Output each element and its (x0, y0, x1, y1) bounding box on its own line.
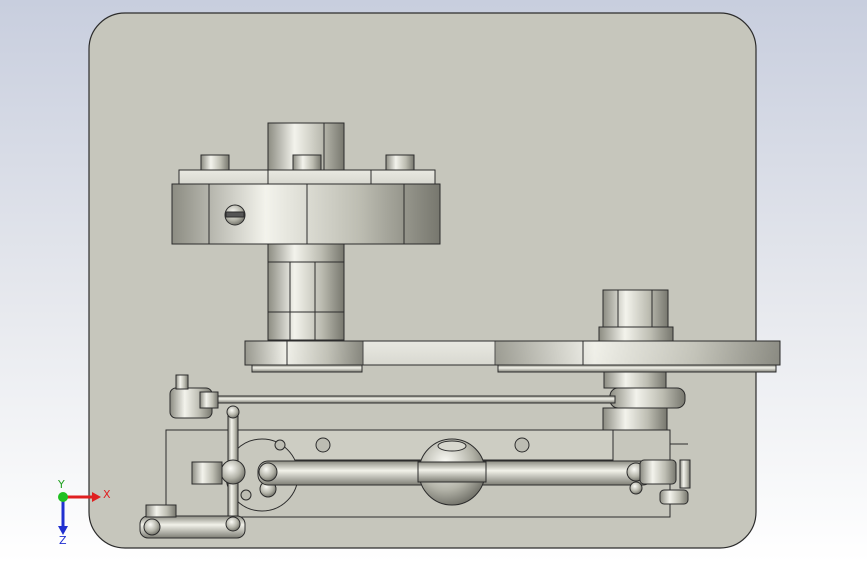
axis-label-y: Y (57, 478, 65, 491)
drive-belt[interactable] (244, 340, 781, 373)
ball-joint[interactable] (417, 438, 487, 506)
cad-viewport[interactable]: X Y Z (0, 0, 867, 562)
axis-label-z: Z (59, 534, 67, 547)
axis-label-x: X (103, 488, 111, 501)
